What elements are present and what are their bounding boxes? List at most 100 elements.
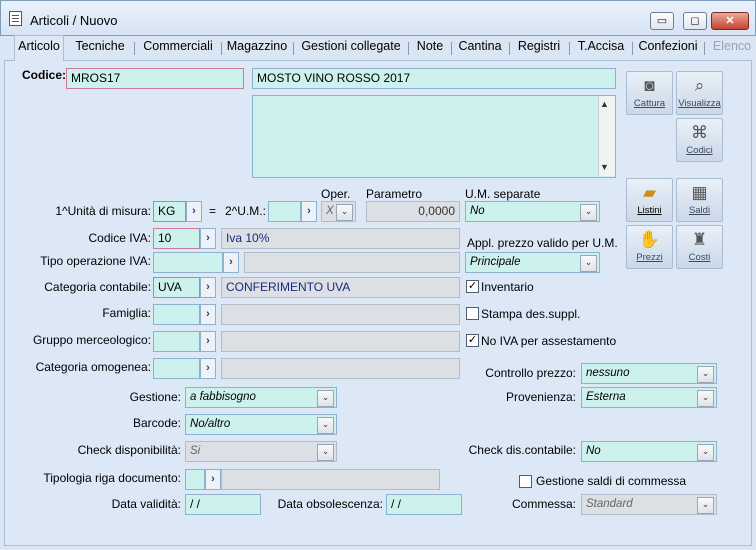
- unita-lookup-button[interactable]: ›: [186, 201, 202, 222]
- check-dis-contabile-select[interactable]: No ⌄: [581, 441, 717, 462]
- codici-button[interactable]: ⌘ Codici: [676, 118, 723, 162]
- gruppo-merceologico-label: Gruppo merceologico:: [32, 333, 151, 347]
- parametro-label: Parametro: [366, 187, 423, 201]
- chevron-down-icon: ⌄: [580, 255, 597, 272]
- chevron-down-icon: ⌄: [580, 204, 597, 221]
- saldi-button[interactable]: ▦ Saldi: [676, 178, 723, 222]
- tab-separator: [569, 42, 570, 55]
- tab-separator: [134, 42, 135, 55]
- codice-iva-input[interactable]: 10: [153, 228, 200, 249]
- chevron-down-icon: ⌄: [317, 390, 334, 407]
- tab-cantina[interactable]: Cantina: [455, 36, 505, 60]
- tab-confezioni[interactable]: Confezioni: [636, 36, 700, 60]
- categoria-contabile-lookup-button[interactable]: ›: [200, 277, 216, 298]
- tipologia-riga-lookup-button[interactable]: ›: [205, 469, 221, 490]
- tab-articolo[interactable]: Articolo: [14, 35, 64, 61]
- um-separate-select[interactable]: No ⌄: [465, 201, 600, 222]
- tab-separator: [509, 42, 510, 55]
- provenienza-value: Esterna: [586, 391, 626, 403]
- gruppo-merceologico-lookup-button[interactable]: ›: [200, 331, 216, 352]
- codice-iva-lookup-button[interactable]: ›: [200, 228, 216, 249]
- famiglia-input[interactable]: [153, 304, 200, 325]
- unita-misura-input[interactable]: KG: [153, 201, 186, 222]
- costi-button[interactable]: ♜ Costi: [676, 225, 723, 269]
- listini-button[interactable]: ▰ Listini: [626, 178, 673, 222]
- controllo-prezzo-value: nessuno: [586, 367, 630, 379]
- gestione-label: Gestione:: [129, 390, 181, 404]
- tab-magazzino[interactable]: Magazzino: [226, 36, 288, 60]
- barcode-value: No/altro: [190, 418, 231, 430]
- inventario-label: Inventario: [481, 280, 534, 294]
- listini-label: Listini: [637, 205, 662, 216]
- check-dis-contabile-value: No: [586, 445, 601, 457]
- codice-input[interactable]: MROS17: [66, 68, 244, 89]
- categoria-omogenea-lookup-button[interactable]: ›: [200, 358, 216, 379]
- tipologia-riga-label: Tipologia riga documento:: [43, 471, 181, 485]
- codice-iva-description: Iva 10%: [221, 228, 460, 249]
- tab-taccisa[interactable]: T.Accisa: [573, 36, 629, 60]
- tab-commerciali[interactable]: Commerciali: [140, 36, 216, 60]
- tipologia-riga-description: [221, 469, 440, 490]
- um-separate-value: No: [470, 205, 485, 217]
- chevron-down-icon: ⌄: [697, 444, 714, 461]
- barcode-select[interactable]: No/altro ⌄: [185, 414, 337, 435]
- categoria-omogenea-input[interactable]: [153, 358, 200, 379]
- famiglia-lookup-button[interactable]: ›: [200, 304, 216, 325]
- descrizione-supplementare-textarea[interactable]: [252, 95, 616, 178]
- tipo-operazione-iva-input[interactable]: [153, 252, 223, 273]
- categoria-contabile-description: CONFERIMENTO UVA: [221, 277, 460, 298]
- visualizza-button[interactable]: ⌕ Visualizza: [676, 71, 723, 115]
- stampa-des-suppl-label: Stampa des.suppl.: [481, 307, 581, 321]
- tipologia-riga-input[interactable]: [185, 469, 205, 490]
- tab-gestioni-collegate[interactable]: Gestioni collegate: [298, 36, 404, 60]
- visualizza-label: Visualizza: [678, 98, 721, 109]
- commessa-select[interactable]: Standard ⌄: [581, 494, 717, 515]
- descrizione-input[interactable]: MOSTO VINO ROSSO 2017: [252, 68, 616, 89]
- tipo-operazione-iva-lookup-button[interactable]: ›: [223, 252, 239, 273]
- data-validita-input[interactable]: / /: [185, 494, 261, 515]
- gestione-saldi-commessa-checkbox[interactable]: [519, 475, 532, 488]
- categoria-contabile-label: Categoria contabile:: [44, 280, 151, 294]
- tab-registri[interactable]: Registri: [513, 36, 565, 60]
- document-icon: [9, 11, 22, 26]
- oper-select[interactable]: X ⌄: [321, 201, 356, 222]
- inventario-checkbox[interactable]: ✓: [466, 280, 479, 293]
- parametro-input[interactable]: 0,0000: [366, 201, 460, 222]
- scroll-up-icon[interactable]: ▲: [600, 99, 609, 109]
- controllo-prezzo-select[interactable]: nessuno ⌄: [581, 363, 717, 384]
- um-separate-label: U.M. separate: [465, 187, 541, 201]
- cattura-button[interactable]: ◙ Cattura: [626, 71, 673, 115]
- saldi-label: Saldi: [688, 205, 711, 216]
- categoria-omogenea-label: Categoria omogenea:: [35, 360, 151, 374]
- costs-icon: ♜: [691, 230, 708, 249]
- prezzi-button[interactable]: ✋ Prezzi: [626, 225, 673, 269]
- maximize-button[interactable]: ◻: [683, 12, 707, 30]
- chevron-down-icon: ⌄: [697, 497, 714, 514]
- um2-lookup-button[interactable]: ›: [301, 201, 317, 222]
- um2-input[interactable]: [268, 201, 301, 222]
- data-obsolescenza-input[interactable]: / /: [386, 494, 462, 515]
- prices-icon: ✋: [638, 230, 661, 249]
- no-iva-assestamento-checkbox[interactable]: ✓: [466, 334, 479, 347]
- categoria-contabile-input[interactable]: UVA: [153, 277, 200, 298]
- chevron-down-icon: ⌄: [697, 366, 714, 383]
- famiglia-description: [221, 304, 460, 325]
- check-disponibilita-select[interactable]: Si ⌄: [185, 441, 337, 462]
- tab-elenco[interactable]: Elenco: [708, 36, 756, 60]
- scroll-down-icon[interactable]: ▼: [600, 162, 609, 172]
- tab-tecniche[interactable]: Tecniche: [72, 36, 128, 60]
- gruppo-merceologico-input[interactable]: [153, 331, 200, 352]
- chevron-down-icon: ⌄: [317, 444, 334, 461]
- provenienza-select[interactable]: Esterna ⌄: [581, 387, 717, 408]
- um2-label: 2^U.M.:: [225, 204, 266, 218]
- stampa-des-suppl-checkbox[interactable]: [466, 307, 479, 320]
- appl-prezzo-select[interactable]: Principale ⌄: [465, 252, 600, 273]
- codes-icon: ⌘: [691, 123, 708, 142]
- appl-prezzo-label: Appl. prezzo valido per U.M.: [467, 236, 618, 250]
- close-button[interactable]: ✕: [711, 12, 749, 30]
- minimize-button[interactable]: ▭: [650, 12, 674, 30]
- gestione-select[interactable]: a fabbisogno ⌄: [185, 387, 337, 408]
- tab-note[interactable]: Note: [412, 36, 448, 60]
- prezzi-label: Prezzi: [636, 252, 663, 263]
- unita-misura-label: 1^Unità di misura:: [55, 204, 151, 218]
